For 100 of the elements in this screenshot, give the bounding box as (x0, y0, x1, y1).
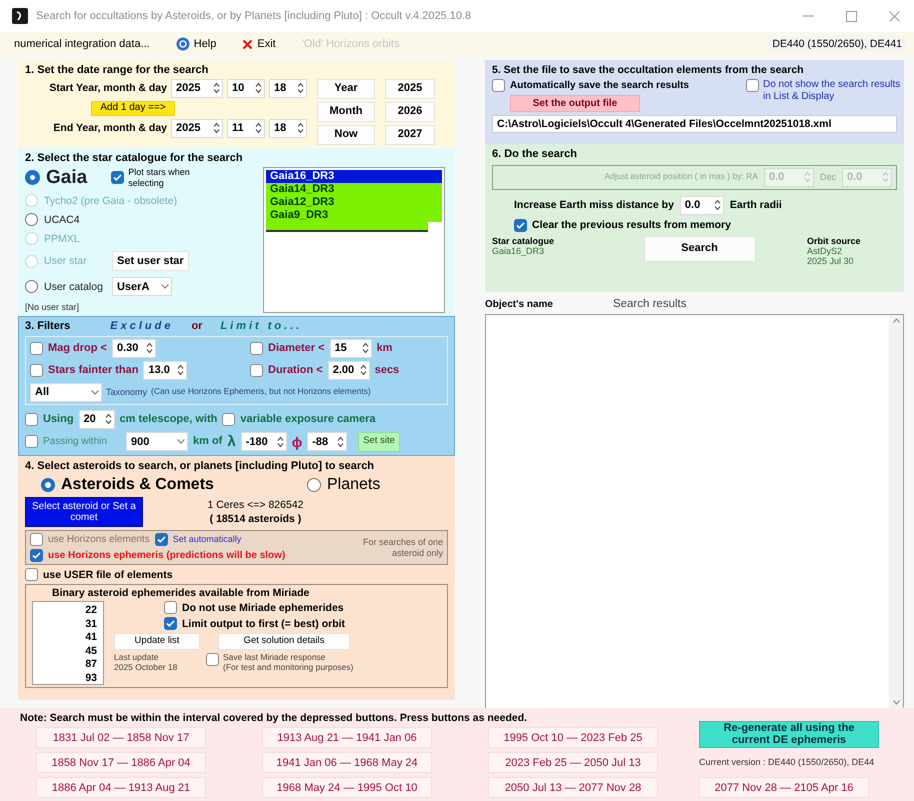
menu-item[interactable]: Exit (240, 38, 278, 50)
help-icon (176, 37, 190, 51)
spinner-icon (362, 342, 369, 354)
scroll-up-icon[interactable] (892, 318, 900, 324)
close-icon[interactable] (889, 10, 900, 22)
number-field[interactable]: 13.0 (143, 360, 188, 380)
checkbox[interactable] (154, 533, 168, 546)
checkbox[interactable] (514, 218, 527, 232)
checkbox[interactable] (30, 549, 43, 562)
unit-label: km of (193, 435, 222, 448)
user-star-note: [No user star] (25, 302, 80, 313)
radio-button[interactable] (41, 478, 55, 492)
interval-button[interactable]: 2050 Jul 13 — 2077 Nov 28 (488, 777, 658, 798)
checkbox[interactable] (111, 171, 124, 184)
spinner-icon (360, 364, 367, 376)
list-item: 31 (84, 618, 97, 632)
calendar-year-button[interactable]: 2026 (385, 102, 435, 122)
number-field[interactable]: 15 (330, 338, 372, 358)
dropdown[interactable]: 900 (126, 432, 188, 452)
caret-icon (91, 390, 99, 395)
interval-button[interactable]: 2077 Nov 28 — 2105 Apr 16 (699, 777, 869, 798)
search-button[interactable]: Search (644, 236, 756, 262)
checkbox[interactable] (250, 342, 263, 355)
radio-button[interactable] (25, 280, 38, 294)
interval-button[interactable]: 1886 Apr 04 — 1913 Aug 21 (36, 777, 206, 798)
filter-label: Duration < (268, 364, 323, 376)
interval-button[interactable]: 1913 Aug 21 — 1941 Jan 06 (262, 727, 432, 748)
checkbox[interactable] (164, 601, 177, 614)
list-item[interactable]: Gaia16_DR3 (266, 170, 442, 183)
checkbox[interactable] (492, 79, 505, 92)
minimize-icon[interactable] (803, 15, 814, 17)
filter-label: Stars fainter than (48, 364, 138, 376)
list-item: 22 (84, 604, 97, 618)
add-day-button[interactable]: Add 1 day ==> (91, 100, 175, 116)
radio-button[interactable] (25, 170, 40, 186)
spinner-icon (255, 122, 262, 134)
checkbox[interactable] (30, 342, 43, 355)
number-field[interactable]: 2025 (171, 78, 223, 98)
number-field[interactable]: 2025 (171, 118, 223, 138)
checkbox-label: Do not show the search results in List & Display (763, 79, 902, 102)
number-field[interactable]: 0.30 (112, 338, 156, 358)
menu-item[interactable]: numerical integration data... (12, 38, 152, 50)
asteroid-count: ( 18514 asteroids ) (210, 512, 302, 525)
checkbox[interactable] (746, 79, 759, 92)
period-button[interactable]: Month (317, 102, 375, 122)
number-field[interactable]: -88 (307, 432, 348, 452)
interval-button[interactable]: 1831 Jul 02 — 1858 Nov 17 (36, 727, 206, 748)
menu-item[interactable]: Help (174, 37, 218, 51)
interval-button[interactable]: 1968 May 24 — 1995 Oct 10 (262, 777, 432, 798)
list-item[interactable]: Gaia14_DR3 (266, 182, 442, 196)
spinner-icon (177, 364, 184, 376)
select-asteroid-button[interactable]: Select asteroid or Set a comet (25, 497, 143, 528)
section-title: 2. Select the star catalogue for the search (25, 152, 244, 165)
checkbox[interactable] (206, 653, 219, 666)
number-field[interactable]: 18 (269, 118, 307, 138)
number-field[interactable]: -180 (240, 432, 287, 452)
number-field[interactable]: 10 (227, 78, 265, 98)
number-field[interactable]: 20 (78, 410, 115, 429)
maximize-icon[interactable] (846, 10, 857, 22)
interval-button[interactable]: 2023 Feb 25 — 2050 Jul 13 (488, 752, 658, 774)
spinner-icon (276, 436, 284, 448)
binary-asteroid-list[interactable]: 22 31 41 45 87 93 (32, 601, 104, 686)
calendar-year-button[interactable]: 2027 (385, 124, 435, 145)
number-field[interactable]: 18 (269, 78, 307, 98)
interval-button[interactable]: 1858 Nov 17 — 1886 Apr 04 (36, 752, 206, 774)
target-label: Planets (327, 476, 380, 494)
scroll-down-icon[interactable] (892, 700, 900, 706)
set-output-file-button[interactable]: Set the output file (510, 95, 640, 112)
radio-button[interactable] (307, 478, 321, 492)
checkbox[interactable] (164, 617, 177, 630)
list-item[interactable]: Gaia12_DR3 (266, 196, 442, 209)
checkbox[interactable] (25, 568, 38, 582)
period-button[interactable]: Year (317, 78, 375, 99)
solution-details-button[interactable]: Get solution details (218, 633, 350, 650)
dropdown[interactable]: All (30, 382, 102, 402)
list-item[interactable]: Gaia9_DR3 (266, 208, 442, 222)
calendar-year-button[interactable]: 2025 (385, 78, 435, 99)
checkbox[interactable] (222, 412, 236, 426)
dropdown[interactable]: UserA (112, 277, 172, 296)
interval-button[interactable]: 1995 Oct 10 — 2023 Feb 25 (488, 727, 658, 748)
spinner-icon (213, 122, 220, 134)
output-path-field[interactable]: C:\Astro\Logiciels\Occult 4\Generated Files\Occelmnt20251018.xml (492, 115, 897, 134)
period-button[interactable]: Now (317, 124, 375, 145)
interval-button[interactable]: 1941 Jan 06 — 1968 May 24 (262, 752, 432, 774)
regenerate-button[interactable]: Re-generate all using the current DE ephemeris (699, 721, 879, 748)
last-update-label: Last update (114, 653, 160, 663)
close-icon (242, 38, 254, 50)
number-field[interactable]: 2.00 (328, 360, 370, 380)
checkbox[interactable] (250, 364, 263, 377)
scrollbar[interactable] (889, 315, 903, 708)
checkbox[interactable] (25, 412, 38, 426)
checkbox[interactable] (30, 364, 43, 377)
catalogue-list[interactable]: Gaia16_DR3 Gaia14_DR3 Gaia12_DR3 Gaia9_DR3 (263, 166, 445, 313)
update-list-button[interactable]: Update list (114, 633, 200, 650)
radio-button[interactable] (25, 213, 38, 226)
checkbox[interactable] (30, 533, 43, 546)
number-field[interactable]: 11 (227, 118, 265, 138)
checkbox[interactable] (25, 435, 38, 448)
set-site-button[interactable]: Set site (358, 432, 400, 452)
number-field[interactable]: 0.0 (680, 196, 724, 215)
